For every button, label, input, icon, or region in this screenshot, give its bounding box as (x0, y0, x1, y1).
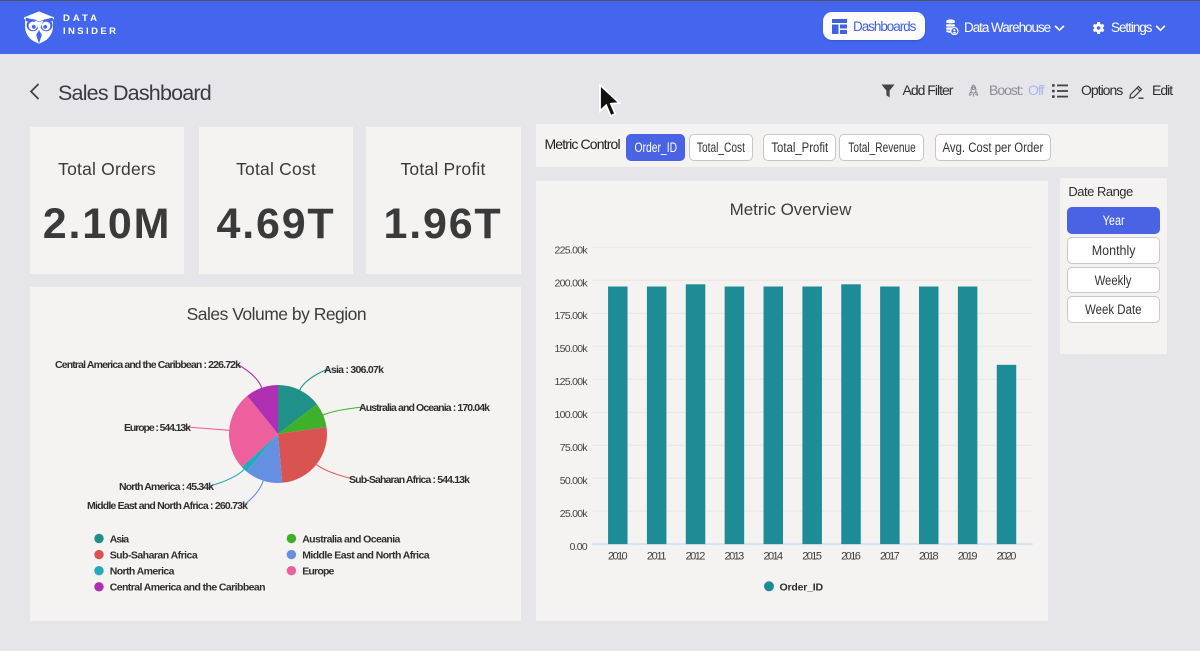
svg-text:Central America and the Caribb: Central America and the Caribbean (110, 582, 266, 594)
svg-text:2020: 2020 (997, 550, 1017, 562)
svg-text:Sales Volume by Region: Sales Volume by Region (187, 304, 367, 324)
svg-text:75.00k: 75.00k (560, 442, 589, 454)
svg-text:Australia and Oceania: Australia and Oceania (302, 533, 400, 545)
svg-text:Middle East and North Africa: Middle East and North Africa (302, 550, 430, 562)
svg-text:2019: 2019 (958, 550, 978, 562)
svg-text:0.00: 0.00 (570, 541, 588, 553)
svg-text:2012: 2012 (686, 550, 706, 562)
svg-text:150.00k: 150.00k (555, 343, 589, 355)
svg-text:Sub-Saharan Africa: Sub-Saharan Africa (110, 550, 198, 562)
svg-text:Sub-Saharan Africa : 544.13k: Sub-Saharan Africa : 544.13k (349, 474, 470, 486)
svg-text:225.00k: 225.00k (555, 244, 589, 256)
svg-text:2014: 2014 (763, 550, 783, 562)
svg-text:125.00k: 125.00k (555, 376, 589, 388)
svg-text:Europe: Europe (302, 566, 334, 578)
svg-text:2016: 2016 (841, 550, 861, 562)
svg-text:Middle East and North Africa :: Middle East and North Africa : 260.73k (87, 500, 248, 512)
svg-text:North America: North America (110, 566, 175, 578)
svg-text:Central America and the Caribb: Central America and the Caribbean : 226.… (55, 359, 241, 371)
svg-text:2010: 2010 (608, 550, 628, 562)
svg-text:Asia: Asia (110, 533, 130, 545)
svg-text:2013: 2013 (725, 550, 745, 562)
svg-text:50.00k: 50.00k (560, 475, 589, 487)
svg-text:Australia and Oceania : 170.04: Australia and Oceania : 170.04k (359, 402, 490, 414)
svg-text:Order_ID: Order_ID (780, 581, 824, 593)
svg-text:200.00k: 200.00k (555, 277, 589, 289)
svg-text:Metric Overview: Metric Overview (730, 200, 853, 219)
svg-text:25.00k: 25.00k (560, 508, 589, 520)
svg-text:Europe : 544.13k: Europe : 544.13k (124, 422, 191, 434)
svg-text:2015: 2015 (802, 550, 822, 562)
svg-text:175.00k: 175.00k (555, 310, 589, 322)
svg-text:2011: 2011 (647, 550, 667, 562)
svg-text:Asia : 306.07k: Asia : 306.07k (324, 364, 384, 376)
svg-text:2017: 2017 (880, 550, 900, 562)
svg-text:2018: 2018 (919, 550, 939, 562)
svg-text:North America : 45.34k: North America : 45.34k (119, 481, 214, 493)
svg-text:100.00k: 100.00k (555, 409, 589, 421)
